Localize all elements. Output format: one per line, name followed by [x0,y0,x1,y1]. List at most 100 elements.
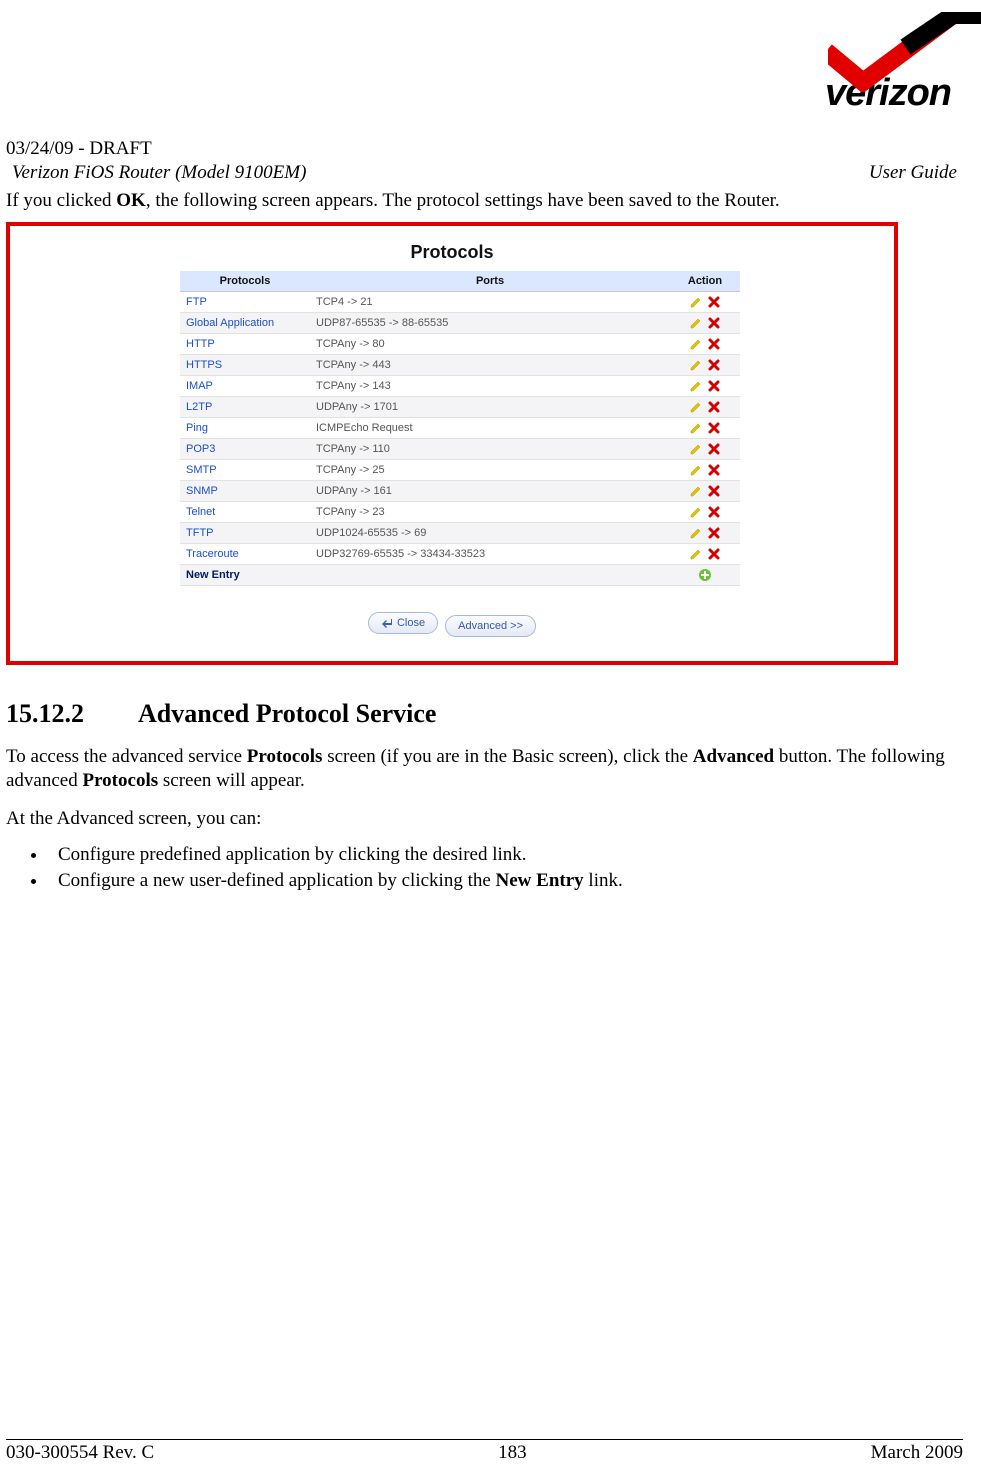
protocol-link[interactable]: SMTP [186,464,217,476]
footer-left: 030-300554 Rev. C [6,1442,154,1464]
t: Protocols [82,770,158,791]
new-entry-row: New Entry [180,565,740,586]
delete-icon[interactable] [707,316,721,330]
delete-icon[interactable] [707,358,721,372]
ports-cell: UDP32769-65535 -> 33434-33523 [310,544,670,565]
t: link. [584,870,623,891]
protocols-panel: Protocols Protocols Ports Action FTP TCP4… [6,222,898,665]
protocol-link[interactable]: HTTPS [186,359,222,371]
edit-icon[interactable] [689,505,703,519]
intro-pre: If you clicked [6,190,116,211]
edit-icon[interactable] [689,337,703,351]
delete-icon[interactable] [707,379,721,393]
page-footer: 030-300554 Rev. C 183 March 2009 [6,1439,963,1464]
ports-cell: ICMPEcho Request [310,418,670,439]
advanced-button[interactable]: Advanced >> [445,615,536,637]
edit-icon[interactable] [689,547,703,561]
edit-icon[interactable] [689,484,703,498]
list-item: Configure a new user-defined application… [48,870,963,892]
table-row: HTTP TCPAny -> 80 [180,334,740,355]
protocol-link[interactable]: L2TP [186,401,212,413]
t: To access the advanced service [6,746,247,767]
bullet-list: Configure predefined application by clic… [48,844,963,892]
panel-title: Protocols [10,226,894,271]
table-row: Ping ICMPEcho Request [180,418,740,439]
new-entry-link[interactable]: New Entry [186,569,240,581]
ports-cell: TCPAny -> 443 [310,355,670,376]
protocol-link[interactable]: SNMP [186,485,218,497]
delete-icon[interactable] [707,463,721,477]
edit-icon[interactable] [689,379,703,393]
intro-ok: OK [116,190,146,211]
t: New Entry [496,870,584,891]
protocols-table: Protocols Ports Action FTP TCP4 -> 21 Glo… [180,271,740,586]
delete-icon[interactable] [707,337,721,351]
delete-icon[interactable] [707,421,721,435]
table-row: TFTP UDP1024-65535 -> 69 [180,523,740,544]
brand-logo: verizon [825,12,951,115]
doc-title-right: User Guide [869,162,957,184]
edit-icon[interactable] [689,421,703,435]
edit-icon[interactable] [689,358,703,372]
edit-icon[interactable] [689,463,703,477]
footer-center: 183 [498,1442,527,1464]
delete-icon[interactable] [707,526,721,540]
table-row: Global ApplicationUDP87-65535 -> 88-6553… [180,313,740,334]
table-row: L2TP UDPAny -> 1701 [180,397,740,418]
col-action: Action [670,271,740,292]
ports-cell: TCPAny -> 23 [310,502,670,523]
table-row: FTP TCP4 -> 21 [180,292,740,313]
table-row: IMAP TCPAny -> 143 [180,376,740,397]
ports-cell: TCPAny -> 143 [310,376,670,397]
return-icon [381,617,393,629]
t: Protocols [247,746,323,767]
protocol-link[interactable]: TFTP [186,527,214,539]
add-icon[interactable] [698,568,712,582]
ports-cell: TCPAny -> 80 [310,334,670,355]
protocol-link[interactable]: POP3 [186,443,215,455]
checkmark-icon [828,12,948,72]
edit-icon[interactable] [689,316,703,330]
edit-icon[interactable] [689,442,703,456]
ports-cell: TCPAny -> 110 [310,439,670,460]
protocol-link[interactable]: Traceroute [186,548,239,560]
table-row: SNMP UDPAny -> 161 [180,481,740,502]
protocol-link[interactable]: IMAP [186,380,213,392]
close-button[interactable]: Close [368,612,438,634]
close-label: Close [397,617,425,629]
col-ports: Ports [310,271,670,292]
protocol-link[interactable]: Global Application [186,317,274,329]
ports-cell: UDP1024-65535 -> 69 [310,523,670,544]
t: screen will appear. [158,770,305,791]
edit-icon[interactable] [689,400,703,414]
edit-icon[interactable] [689,295,703,309]
section-para-1: To access the advanced service Protocols… [6,745,963,793]
protocol-link[interactable]: FTP [186,296,207,308]
delete-icon[interactable] [707,400,721,414]
ports-cell: UDPAny -> 1701 [310,397,670,418]
delete-icon[interactable] [707,547,721,561]
delete-icon[interactable] [707,505,721,519]
table-row: SMTP TCPAny -> 25 [180,460,740,481]
table-row: Telnet TCPAny -> 23 [180,502,740,523]
ports-cell: TCP4 -> 21 [310,292,670,313]
advanced-label: Advanced >> [458,620,523,632]
ports-cell: UDPAny -> 161 [310,481,670,502]
protocol-link[interactable]: HTTP [186,338,215,350]
ports-cell: TCPAny -> 25 [310,460,670,481]
doc-title-left: Verizon FiOS Router (Model 9100EM) [12,162,306,184]
protocol-link[interactable]: Ping [186,422,208,434]
intro-paragraph: If you clicked OK, the following screen … [6,190,963,212]
protocol-link[interactable]: Telnet [186,506,215,518]
delete-icon[interactable] [707,295,721,309]
section-number: 15.12.2 [6,699,138,729]
col-protocols: Protocols [180,271,310,292]
section-para-2: At the Advanced screen, you can: [6,807,963,831]
t: screen (if you are in the Basic screen),… [322,746,692,767]
delete-icon[interactable] [707,442,721,456]
section-heading: 15.12.2Advanced Protocol Service [6,699,963,729]
footer-right: March 2009 [871,1442,963,1464]
t: Advanced [693,746,774,767]
edit-icon[interactable] [689,526,703,540]
delete-icon[interactable] [707,484,721,498]
